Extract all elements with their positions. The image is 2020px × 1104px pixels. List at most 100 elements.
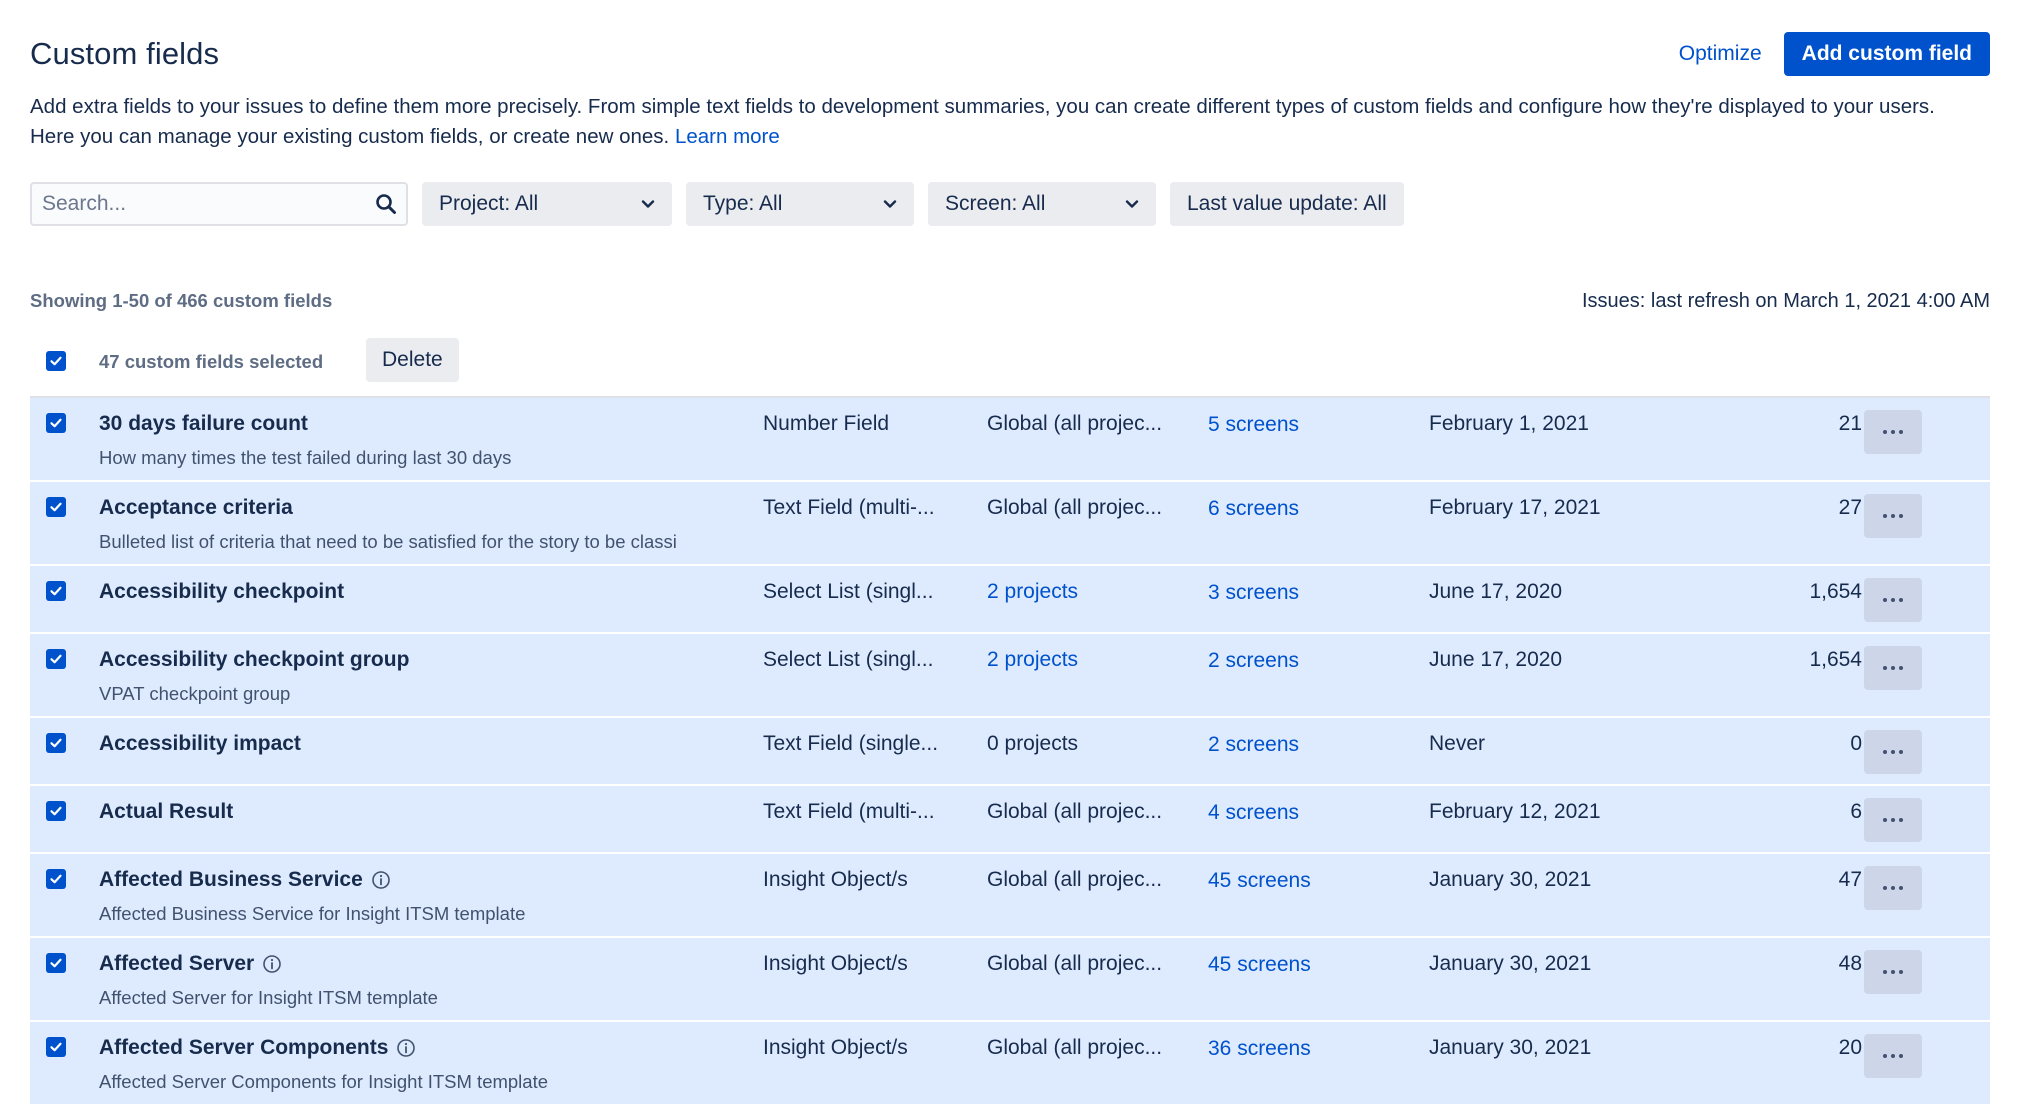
field-type: Insight Object/s xyxy=(763,952,908,975)
field-last-update: January 30, 2021 xyxy=(1429,1036,1592,1059)
table-row[interactable]: Accessibility checkpoint group VPAT check… xyxy=(30,634,1990,718)
info-icon[interactable] xyxy=(262,954,282,974)
search-input[interactable] xyxy=(32,184,406,224)
table-row[interactable]: 30 days failure count How many times the … xyxy=(30,398,1990,482)
field-name-text: Actual Result xyxy=(99,800,234,823)
add-custom-field-button[interactable]: Add custom field xyxy=(1783,32,1990,76)
field-type: Insight Object/s xyxy=(763,1036,908,1059)
checkmark-icon xyxy=(50,586,62,596)
field-screens-link[interactable]: 2 screens xyxy=(1208,733,1408,757)
field-name-text: Accessibility impact xyxy=(99,732,301,755)
info-icon[interactable] xyxy=(371,870,391,890)
field-last-update: Never xyxy=(1429,732,1486,755)
info-icon[interactable] xyxy=(396,1038,416,1058)
field-name-text: Affected Business Service xyxy=(99,868,363,891)
field-name: Accessibility impact xyxy=(99,732,759,756)
field-issue-count: 0 xyxy=(1850,732,1862,755)
row-checkbox[interactable] xyxy=(46,413,66,433)
learn-more-link[interactable]: Learn more xyxy=(675,125,780,148)
page-title: Custom fields xyxy=(30,36,220,71)
field-last-update: February 1, 2021 xyxy=(1429,412,1589,435)
bulk-actions-bar: 47 custom fields selected Delete xyxy=(30,338,1990,384)
field-screens-link[interactable]: 36 screens xyxy=(1208,1037,1408,1061)
field-screens-link[interactable]: 3 screens xyxy=(1208,581,1408,605)
table-row[interactable]: Accessibility impact Text Field (single..… xyxy=(30,718,1990,786)
table-row[interactable]: Affected Server Affected Server for Insig… xyxy=(30,938,1990,1022)
screen-filter-label: Screen: All xyxy=(945,192,1046,215)
more-actions-button[interactable] xyxy=(1864,410,1922,454)
field-name-text: 30 days failure count xyxy=(99,412,308,435)
project-filter-label: Project: All xyxy=(439,192,539,215)
chevron-down-icon xyxy=(883,200,897,208)
checkmark-icon xyxy=(50,418,62,428)
last-refresh-info: Issues: last refresh on March 1, 2021 4:… xyxy=(1582,290,1990,312)
table-row[interactable]: Affected Server Components Affected Serve… xyxy=(30,1022,1990,1104)
field-context: Global (all projec... xyxy=(987,868,1163,891)
more-actions-button[interactable] xyxy=(1864,866,1922,910)
last-value-update-filter-label: Last value update: All xyxy=(1187,192,1387,215)
more-actions-button[interactable] xyxy=(1864,798,1922,842)
row-checkbox[interactable] xyxy=(46,497,66,517)
field-screens-link[interactable]: 45 screens xyxy=(1208,869,1408,893)
table-row[interactable]: Acceptance criteria Bulleted list of crit… xyxy=(30,482,1990,566)
search-icon[interactable] xyxy=(374,192,398,216)
checkmark-icon xyxy=(50,502,62,512)
row-checkbox[interactable] xyxy=(46,649,66,669)
field-context: Global (all projec... xyxy=(987,496,1163,519)
field-screens-link[interactable]: 5 screens xyxy=(1208,413,1408,437)
more-actions-button[interactable] xyxy=(1864,730,1922,774)
field-name: Affected Server Components xyxy=(99,1036,759,1060)
row-checkbox[interactable] xyxy=(46,801,66,821)
more-icon xyxy=(1883,818,1903,822)
field-name-text: Affected Server Components xyxy=(99,1036,389,1059)
row-checkbox[interactable] xyxy=(46,581,66,601)
last-value-update-filter[interactable]: Last value update: All xyxy=(1170,182,1404,226)
field-screens-link[interactable]: 2 screens xyxy=(1208,649,1408,673)
more-actions-button[interactable] xyxy=(1864,494,1922,538)
screen-filter[interactable]: Screen: All xyxy=(928,182,1156,226)
select-all-checkbox[interactable] xyxy=(46,351,66,371)
field-context: Global (all projec... xyxy=(987,800,1163,823)
more-actions-button[interactable] xyxy=(1864,646,1922,690)
field-context[interactable]: 2 projects xyxy=(987,648,1187,672)
row-checkbox[interactable] xyxy=(46,953,66,973)
more-actions-button[interactable] xyxy=(1864,1034,1922,1078)
type-filter[interactable]: Type: All xyxy=(686,182,914,226)
table-row[interactable]: Affected Business Service Affected Busine… xyxy=(30,854,1990,938)
type-filter-label: Type: All xyxy=(703,192,783,215)
project-filter[interactable]: Project: All xyxy=(422,182,672,226)
checkmark-icon xyxy=(50,874,62,884)
optimize-button[interactable]: Optimize xyxy=(1665,34,1776,74)
field-screens-link[interactable]: 4 screens xyxy=(1208,801,1408,825)
more-icon xyxy=(1883,430,1903,434)
field-screens-link[interactable]: 6 screens xyxy=(1208,497,1408,521)
table-row[interactable]: Actual Result Text Field (multi-... Global… xyxy=(30,786,1990,854)
field-name: Acceptance criteria xyxy=(99,496,759,520)
table-row[interactable]: Accessibility checkpoint Select List (sin… xyxy=(30,566,1990,634)
checkmark-icon xyxy=(50,738,62,748)
row-checkbox[interactable] xyxy=(46,869,66,889)
field-name-text: Accessibility checkpoint xyxy=(99,580,345,603)
more-icon xyxy=(1883,886,1903,890)
more-actions-button[interactable] xyxy=(1864,950,1922,994)
field-issue-count: 47 xyxy=(1838,868,1862,891)
delete-button[interactable]: Delete xyxy=(366,338,459,382)
row-checkbox[interactable] xyxy=(46,1037,66,1057)
field-screens-link[interactable]: 45 screens xyxy=(1208,953,1408,977)
field-last-update: January 30, 2021 xyxy=(1429,952,1592,975)
field-issue-count: 21 xyxy=(1838,412,1862,435)
field-last-update: February 12, 2021 xyxy=(1429,800,1601,823)
description-text: Add extra fields to your issues to defin… xyxy=(30,95,1935,148)
row-checkbox[interactable] xyxy=(46,733,66,753)
field-name: Actual Result xyxy=(99,800,759,824)
header-actions: Optimize Add custom field xyxy=(1665,32,1990,76)
field-context[interactable]: 2 projects xyxy=(987,580,1187,604)
field-last-update: June 17, 2020 xyxy=(1429,580,1563,603)
results-meta: Showing 1-50 of 466 custom fields Issues… xyxy=(30,290,1990,312)
more-icon xyxy=(1883,970,1903,974)
field-type: Insight Object/s xyxy=(763,868,908,891)
field-type: Select List (singl... xyxy=(763,580,934,603)
more-actions-button[interactable] xyxy=(1864,578,1922,622)
chevron-down-icon xyxy=(641,200,655,208)
field-issue-count: 27 xyxy=(1838,496,1862,519)
